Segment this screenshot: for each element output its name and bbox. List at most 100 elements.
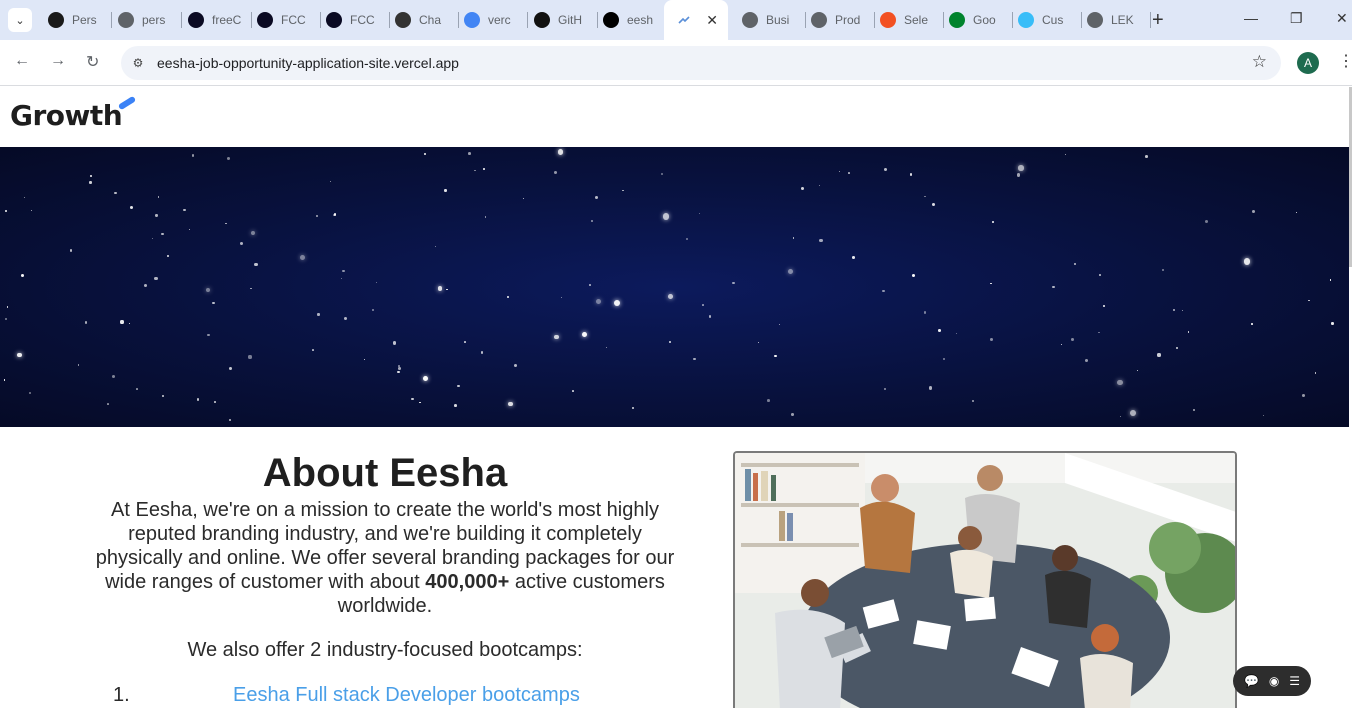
star-dot bbox=[1070, 338, 1074, 342]
url-text[interactable]: eesha-job-opportunity-application-site.v… bbox=[157, 55, 459, 71]
star-dot bbox=[229, 419, 231, 421]
star-dot bbox=[333, 213, 337, 216]
brand-logo[interactable]: Growth bbox=[10, 99, 123, 132]
tab-9[interactable]: Busi bbox=[742, 8, 806, 32]
star-dot bbox=[423, 152, 426, 156]
tab-label: Pers bbox=[72, 13, 97, 27]
tab-label: verc bbox=[488, 13, 511, 27]
tab-label: Cha bbox=[419, 13, 442, 27]
tab-14[interactable]: LEK bbox=[1087, 8, 1151, 32]
star-dot bbox=[239, 241, 243, 246]
freecodecamp-icon bbox=[326, 12, 342, 28]
star-dot bbox=[254, 262, 258, 267]
chevron-down-icon: ⌄ bbox=[15, 14, 25, 27]
address-bar[interactable]: ⚙ eesha-job-opportunity-application-site… bbox=[121, 46, 1281, 80]
hero-starfield-banner bbox=[0, 147, 1349, 427]
star-dot bbox=[24, 197, 26, 199]
star-dot bbox=[1060, 343, 1063, 346]
about-paragraph: At Eesha, we're on a mission to create t… bbox=[90, 498, 680, 618]
tab-strip: ⌄ Pers pers freeC FCC FCC Cha verc GitH eesh Busi… bbox=[0, 0, 1352, 40]
tab-8[interactable]: eesh bbox=[603, 8, 667, 32]
star-dot bbox=[660, 172, 664, 176]
star-dot bbox=[1331, 322, 1334, 325]
window-close-icon[interactable]: ✕ bbox=[1336, 10, 1348, 27]
tab-1[interactable]: pers bbox=[118, 8, 182, 32]
star-dot bbox=[924, 195, 926, 198]
star-dot bbox=[1052, 285, 1056, 289]
tab-12[interactable]: Goo bbox=[949, 8, 1013, 32]
tab-0[interactable]: Pers bbox=[48, 8, 112, 32]
brand-a-icon bbox=[48, 12, 64, 28]
microsoft-icon bbox=[880, 12, 896, 28]
tab-active[interactable]: ✕ bbox=[664, 0, 728, 40]
star-dot bbox=[437, 286, 442, 291]
tab-separator bbox=[943, 12, 944, 28]
forward-arrow-icon[interactable]: → bbox=[50, 52, 66, 70]
minimize-icon[interactable]: — bbox=[1244, 10, 1258, 26]
growth-favicon-icon bbox=[676, 12, 692, 28]
team-meeting-photo bbox=[733, 451, 1237, 708]
star-dot bbox=[154, 276, 158, 280]
star-dot bbox=[938, 329, 942, 332]
more-menu-icon[interactable]: ⋮ bbox=[1338, 51, 1352, 71]
tab-7[interactable]: GitH bbox=[534, 8, 598, 32]
star-dot bbox=[1314, 371, 1317, 374]
tab-5[interactable]: Cha bbox=[395, 8, 459, 32]
star-dot bbox=[622, 190, 624, 192]
star-dot bbox=[1085, 358, 1089, 363]
tab-label: Busi bbox=[766, 13, 790, 27]
tab-label: Goo bbox=[973, 13, 996, 27]
star-dot bbox=[507, 296, 510, 299]
star-dot bbox=[69, 248, 73, 252]
star-dot bbox=[480, 351, 484, 354]
tab-6[interactable]: verc bbox=[464, 8, 528, 32]
tab-11[interactable]: Sele bbox=[880, 8, 944, 32]
tab-label: Sele bbox=[904, 13, 929, 27]
star-dot bbox=[419, 401, 421, 404]
tab-4[interactable]: FCC bbox=[326, 8, 390, 32]
star-dot bbox=[300, 254, 306, 260]
tab-label: Prod bbox=[835, 13, 861, 27]
star-dot bbox=[1130, 410, 1137, 417]
star-dot bbox=[1302, 393, 1306, 397]
tab-separator bbox=[874, 12, 875, 28]
star-dot bbox=[161, 395, 164, 398]
star-dot bbox=[594, 195, 599, 200]
back-arrow-icon[interactable]: ← bbox=[14, 52, 30, 70]
site-info-icon[interactable]: ⚙ bbox=[129, 54, 147, 72]
tab-3[interactable]: FCC bbox=[257, 8, 321, 32]
star-dot bbox=[3, 379, 6, 381]
restore-icon[interactable]: ❐ bbox=[1290, 10, 1303, 27]
globe-icon bbox=[742, 12, 758, 28]
star-dot bbox=[311, 349, 314, 351]
freecodecamp-icon bbox=[257, 12, 273, 28]
eye-icon[interactable]: ◉ bbox=[1269, 674, 1279, 688]
star-dot bbox=[1205, 219, 1209, 223]
profile-avatar[interactable]: A bbox=[1297, 52, 1319, 74]
tab-2[interactable]: freeC bbox=[188, 8, 252, 32]
star-dot bbox=[250, 287, 252, 290]
tab-13[interactable]: Cus bbox=[1018, 8, 1082, 32]
star-dot bbox=[1136, 370, 1138, 372]
star-dot bbox=[990, 337, 994, 341]
star-dot bbox=[464, 341, 466, 343]
tab-search-button[interactable]: ⌄ bbox=[8, 8, 32, 32]
star-dot bbox=[1017, 173, 1021, 177]
tab-separator bbox=[111, 12, 112, 28]
star-dot bbox=[1295, 211, 1298, 214]
star-dot bbox=[1161, 268, 1165, 271]
tailwind-icon bbox=[1018, 12, 1034, 28]
tab-10[interactable]: Prod bbox=[811, 8, 875, 32]
menu-icon[interactable]: ☰ bbox=[1289, 674, 1300, 688]
freecodecamp-icon bbox=[188, 12, 204, 28]
new-tab-button[interactable]: + bbox=[1152, 10, 1164, 30]
close-tab-icon[interactable]: ✕ bbox=[706, 12, 718, 29]
star-dot bbox=[188, 228, 190, 231]
bootcamp-link-fullstack[interactable]: Eesha Full stack Developer bootcamps bbox=[233, 684, 580, 707]
bookmark-star-icon[interactable]: ☆ bbox=[1252, 52, 1267, 72]
star-dot bbox=[1176, 347, 1178, 350]
star-dot bbox=[248, 355, 252, 359]
comment-icon[interactable]: 💬 bbox=[1244, 674, 1259, 688]
star-dot bbox=[884, 168, 888, 172]
reload-icon[interactable]: ↻ bbox=[86, 52, 99, 72]
